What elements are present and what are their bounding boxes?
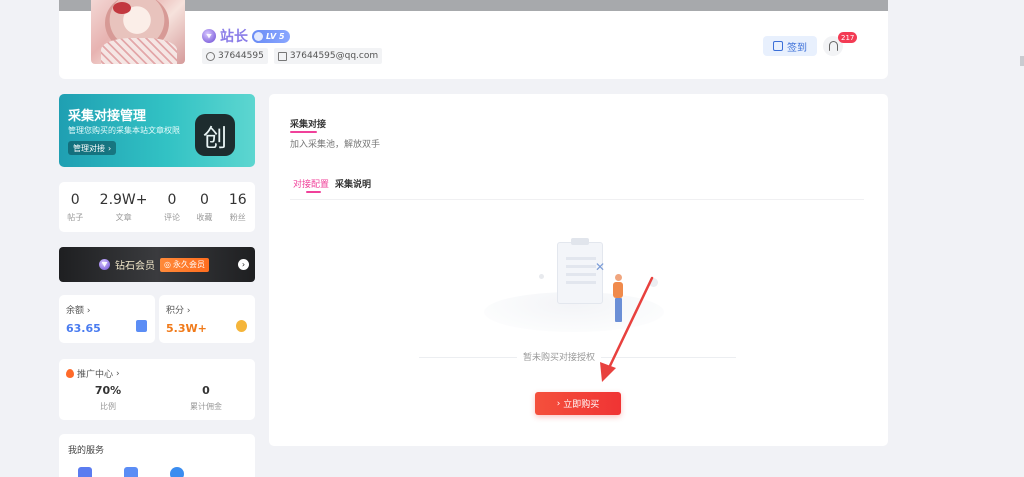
stat-value: 0: [70, 191, 80, 208]
stat-favorites[interactable]: 0 收藏: [196, 192, 212, 223]
vip-tag-label: 永久会员: [172, 260, 205, 269]
collect-promo-card[interactable]: 采集对接管理 管理您购买的采集本站文章权限 管理对接 › 创: [59, 94, 255, 167]
vip-card[interactable]: 钻石会员 ◎ 永久会员 ›: [59, 247, 255, 282]
stat-value: 0: [199, 191, 209, 208]
bell-icon: [828, 41, 838, 51]
uid-value: 37644595: [218, 51, 264, 61]
tab-divider: [290, 199, 864, 200]
buy-now-label: 立即购买: [563, 400, 600, 410]
tab-config[interactable]: 对接配置: [293, 177, 329, 190]
calendar-icon: [773, 41, 783, 51]
stat-articles[interactable]: 2.9W+ 文章: [100, 192, 148, 223]
my-services-card: 我的服务: [59, 434, 255, 477]
stat-posts[interactable]: 0 帖子: [67, 192, 83, 223]
stat-label: 帖子: [67, 212, 84, 222]
total-commission: 0 累计佣金: [157, 384, 255, 412]
stat-value: 0: [167, 191, 177, 208]
commission-rate: 70% 比例: [59, 384, 157, 412]
notification-badge: 217: [838, 32, 858, 43]
commission-label: 累计佣金: [190, 402, 222, 411]
username[interactable]: 站长: [220, 26, 248, 46]
verified-icon[interactable]: [170, 467, 184, 477]
stat-value: 2.9W+: [99, 191, 148, 208]
rate-label: 比例: [100, 402, 116, 411]
fire-icon: [66, 369, 74, 378]
points-label-text: 积分: [166, 306, 185, 316]
service-icons: [78, 467, 184, 477]
promotion-center-header[interactable]: 推广中心 ›: [66, 367, 248, 380]
checkin-label: 签到: [787, 42, 807, 54]
services-title: 我的服务: [68, 446, 105, 456]
balance-label: 余额 ›: [66, 306, 91, 316]
points-value: 5.3W+: [166, 322, 207, 335]
manage-button-label: 管理对接: [73, 143, 105, 153]
chevron-right-icon: ›: [556, 398, 561, 409]
empty-state-text: 暂未购买对接授权: [517, 350, 602, 363]
promo-logo: 创: [195, 114, 235, 156]
stat-label: 粉丝: [229, 212, 246, 222]
stat-fans[interactable]: 16 粉丝: [229, 192, 247, 223]
points-card[interactable]: 积分 › 5.3W+: [159, 295, 255, 343]
user-stats: 0 帖子 2.9W+ 文章 0 评论 0 收藏 16 粉丝: [59, 182, 255, 232]
diamond-icon: [99, 259, 110, 270]
stat-label: 文章: [115, 212, 132, 222]
mail-icon: [277, 51, 287, 61]
balance-value: 63.65: [66, 322, 101, 335]
section-title-underline: [290, 131, 317, 133]
stat-label: 收藏: [196, 212, 213, 222]
tab-bar: 对接配置 采集说明: [293, 177, 371, 190]
commission-value: 0: [202, 384, 210, 397]
person-illustration: [613, 274, 623, 329]
wallet-icon: [136, 320, 147, 332]
user-icon: [206, 51, 215, 61]
manage-button[interactable]: 管理对接 ›: [68, 141, 117, 155]
vip-label: 钻石会员: [115, 261, 155, 272]
email-value: 37644595@qq.com: [289, 51, 379, 61]
uid-tag: 37644595: [202, 48, 268, 64]
level-badge: LV 5: [252, 29, 290, 43]
promotion-center-label: 推广中心: [77, 370, 114, 380]
email-tag: 37644595@qq.com: [273, 48, 383, 64]
stat-comments[interactable]: 0 评论: [164, 192, 180, 223]
clock-icon: ◎: [164, 260, 171, 269]
tab-instructions[interactable]: 采集说明: [335, 177, 371, 190]
stat-value: 16: [228, 191, 247, 208]
scrollbar-edge[interactable]: [1020, 56, 1024, 66]
profile-header: 站长 LV 5 37644595 37644595@qq.com 签到: [59, 0, 888, 79]
profile-meta: 37644595 37644595@qq.com: [202, 48, 383, 64]
chart-icon[interactable]: [124, 467, 138, 477]
avatar[interactable]: [91, 0, 185, 64]
chevron-right-icon[interactable]: ›: [238, 259, 249, 270]
buy-now-button[interactable]: › 立即购买: [535, 392, 621, 415]
promo-subtitle: 管理您购买的采集本站文章权限: [68, 126, 180, 135]
x-mark-icon: ✕: [595, 260, 606, 274]
empty-state-illustration: ✕: [479, 234, 669, 334]
promotion-center-values: 70% 比例 0 累计佣金: [59, 384, 255, 412]
section-title: 采集对接: [290, 120, 327, 130]
stat-label: 评论: [163, 212, 180, 222]
promo-title: 采集对接管理: [68, 109, 147, 124]
balance-label-text: 余额: [66, 306, 85, 316]
balance-card[interactable]: 余额 › 63.65: [59, 295, 155, 343]
vip-tag: ◎ 永久会员: [160, 257, 209, 272]
promotion-center-card[interactable]: 推广中心 › 70% 比例 0 累计佣金: [59, 359, 255, 420]
level-label: LV 5: [266, 31, 285, 41]
coins-icon: [236, 320, 247, 332]
diamond-icon: [202, 29, 216, 43]
rate-value: 70%: [94, 384, 122, 397]
checkin-button[interactable]: 签到: [763, 36, 817, 56]
section-subtitle: 加入采集池，解放双手: [290, 140, 381, 150]
clipboard-icon[interactable]: [78, 467, 92, 477]
points-label: 积分 ›: [166, 306, 191, 316]
username-row: 站长 LV 5: [202, 26, 290, 46]
chevron-right-icon: ›: [108, 143, 112, 153]
collect-main-panel: 采集对接 加入采集池，解放双手 对接配置 采集说明 ✕ 暂未购买对接授权 › 立…: [269, 94, 888, 446]
active-tab-indicator: [306, 191, 321, 193]
